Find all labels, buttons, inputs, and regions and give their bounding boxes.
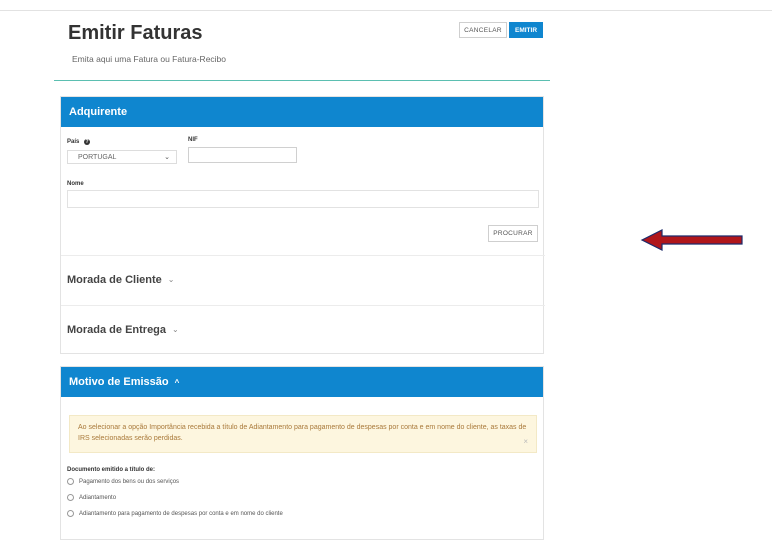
chevron-up-icon: ^ xyxy=(174,377,180,387)
adquirente-heading: Adquirente xyxy=(61,97,543,127)
close-icon[interactable]: × xyxy=(523,436,528,447)
pais-label: País ? xyxy=(67,139,91,145)
irs-alert: Ao selecionar a opção Importância recebi… xyxy=(69,415,537,453)
pais-select-value: PORTUGAL xyxy=(78,153,117,161)
page-subtitle: Emita aqui uma Fatura ou Fatura-Recibo xyxy=(72,54,227,64)
help-circle-icon[interactable]: ? xyxy=(84,139,91,145)
chevron-down-icon: ⌄ xyxy=(164,154,170,161)
motivo-card: Motivo de Emissão ^ Ao selecionar a opçã… xyxy=(60,366,544,540)
nif-input[interactable] xyxy=(188,147,297,163)
pais-label-text: País xyxy=(67,139,80,145)
cancel-button[interactable]: CANCELAR xyxy=(459,22,507,38)
morada-entrega-toggle[interactable]: Morada de Entrega ⌄ xyxy=(61,305,545,353)
option-adiantamento-despesas[interactable]: Adiantamento para pagamento de despesas … xyxy=(67,510,283,517)
page-title: Emitir Faturas xyxy=(68,22,203,44)
documento-label: Documento emitido a título de: xyxy=(67,467,155,473)
morada-cliente-toggle[interactable]: Morada de Cliente ⌄ xyxy=(61,255,545,303)
chevron-down-icon: ⌄ xyxy=(172,325,179,334)
option-label: Adiantamento para pagamento de despesas … xyxy=(79,510,283,517)
top-divider xyxy=(0,10,772,11)
option-pagamento[interactable]: Pagamento dos bens ou dos serviços xyxy=(67,478,179,485)
option-adiantamento[interactable]: Adiantamento xyxy=(67,494,116,501)
morada-cliente-title: Morada de Cliente xyxy=(67,273,162,286)
morada-entrega-title: Morada de Entrega xyxy=(67,323,167,336)
nif-label: NIF xyxy=(188,137,198,143)
page-header: Emitir Faturas Emita aqui uma Fatura ou … xyxy=(54,18,550,81)
emit-button[interactable]: EMITIR xyxy=(509,22,543,38)
radio-button[interactable] xyxy=(67,478,74,485)
radio-button[interactable] xyxy=(67,510,74,517)
pais-select[interactable]: PORTUGAL ⌄ xyxy=(67,150,177,164)
procurar-button[interactable]: PROCURAR xyxy=(488,225,538,242)
alert-text: Ao selecionar a opção Importância recebi… xyxy=(78,424,527,442)
motivo-heading-text: Motivo de Emissão xyxy=(69,376,169,388)
radio-button[interactable] xyxy=(67,494,74,501)
adquirente-card: Adquirente País ? PORTUGAL ⌄ NIF Nome PR… xyxy=(60,96,545,354)
chevron-down-icon: ⌄ xyxy=(167,275,175,284)
nome-label: Nome xyxy=(67,181,84,187)
red-arrow-icon xyxy=(640,229,743,251)
option-label: Adiantamento xyxy=(79,494,117,501)
motivo-heading[interactable]: Motivo de Emissão ^ xyxy=(61,367,543,397)
nome-input[interactable] xyxy=(67,190,539,208)
option-label: Pagamento dos bens ou dos serviços xyxy=(79,478,180,485)
